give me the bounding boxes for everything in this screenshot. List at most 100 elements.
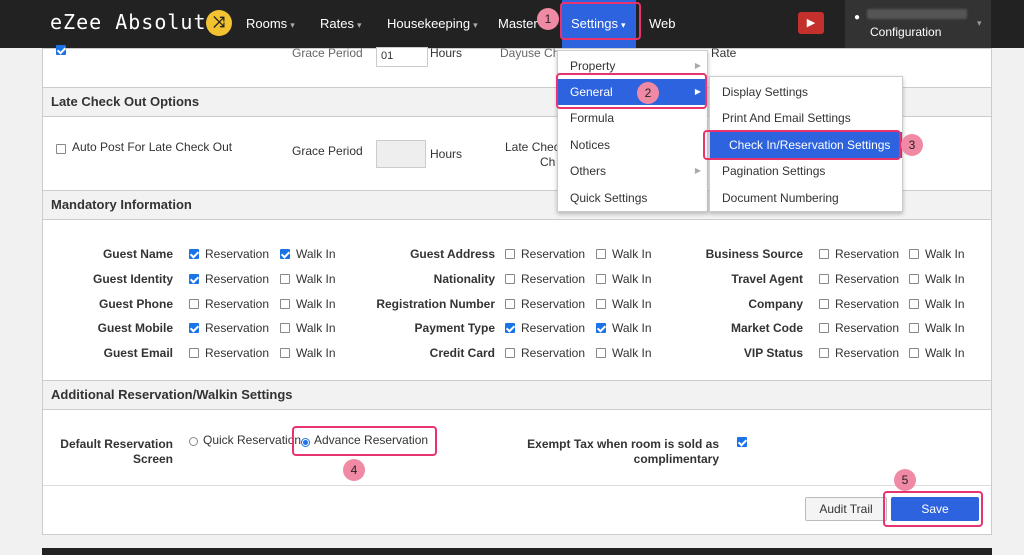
reservation-checkbox[interactable] <box>819 323 829 333</box>
chevron-right-icon: ▶ <box>694 166 701 175</box>
chevron-down-icon: ▾ <box>356 20 362 30</box>
mandatory-field-label: VIP Status <box>743 346 803 360</box>
top-dayuse-label: Dayuse Ch <box>500 46 560 60</box>
step-badge-1: 1 <box>537 8 559 30</box>
partial-checkbox[interactable] <box>56 45 66 55</box>
nav-rates[interactable]: Rates ▾ <box>320 0 362 48</box>
menu-item-others[interactable]: Others ▶ <box>558 158 707 184</box>
reservation-label: Reservation <box>521 247 586 261</box>
nav-rates-label: Rates <box>320 16 354 31</box>
highlight-save <box>883 491 983 527</box>
divider <box>43 485 991 486</box>
default-screen-label-2: Screen <box>132 452 173 466</box>
submenu-pagination-settings[interactable]: Pagination Settings <box>710 158 902 184</box>
reservation-checkbox[interactable] <box>819 299 829 309</box>
submenu-print-email-settings[interactable]: Print And Email Settings <box>710 105 902 131</box>
mandatory-field-label: Payment Type <box>414 321 495 335</box>
chevron-down-icon: ▾ <box>473 20 478 30</box>
menu-item-label: Others <box>570 164 607 178</box>
top-hours-label: Hours <box>430 46 463 60</box>
additional-settings-header: Additional Reservation/Walkin Settings <box>43 380 991 410</box>
mandatory-field-label: Guest Identity <box>92 272 173 286</box>
user-icon: ● <box>854 12 861 23</box>
submenu-document-numbering[interactable]: Document Numbering <box>710 185 902 211</box>
walkin-checkbox[interactable] <box>280 274 290 284</box>
exempt-tax-checkbox[interactable] <box>737 437 747 447</box>
mandatory-field-label: Guest Address <box>410 247 495 261</box>
reservation-checkbox[interactable] <box>505 348 515 358</box>
auto-post-checkbox[interactable] <box>56 144 66 154</box>
highlight-general <box>556 73 707 109</box>
walkin-checkbox[interactable] <box>909 274 919 284</box>
walkin-checkbox[interactable] <box>280 249 290 259</box>
highlight-settings <box>560 2 641 40</box>
walkin-checkbox[interactable] <box>909 348 919 358</box>
mandatory-field-label: Guest Mobile <box>97 321 173 335</box>
nav-web[interactable]: Web <box>649 0 676 48</box>
menu-item-notices[interactable]: Notices <box>558 132 707 158</box>
reservation-label: Reservation <box>521 321 586 335</box>
app-logo[interactable]: eZee Absolute <box>50 10 220 34</box>
reservation-label: Reservation <box>835 297 900 311</box>
submenu-display-settings[interactable]: Display Settings <box>710 79 902 105</box>
user-menu[interactable]: ● Configuration ▾ <box>845 0 991 48</box>
youtube-icon[interactable]: ▶ <box>798 12 824 34</box>
walkin-checkbox[interactable] <box>909 249 919 259</box>
menu-item-quick-settings[interactable]: Quick Settings <box>558 185 707 211</box>
reservation-checkbox[interactable] <box>819 348 829 358</box>
late-grace-period-label: Grace Period <box>292 144 363 158</box>
reservation-checkbox[interactable] <box>505 323 515 333</box>
reservation-checkbox[interactable] <box>189 299 199 309</box>
walkin-label: Walk In <box>925 321 965 335</box>
default-screen-label-1: Default Reservation <box>60 437 173 451</box>
chevron-down-icon: ▾ <box>977 18 982 28</box>
top-grace-input[interactable]: 01 <box>376 47 428 67</box>
audit-trail-button[interactable]: Audit Trail <box>805 497 887 521</box>
reservation-label: Reservation <box>205 321 270 335</box>
menu-item-label: Property <box>570 59 616 73</box>
reservation-checkbox[interactable] <box>505 299 515 309</box>
reservation-checkbox[interactable] <box>505 274 515 284</box>
walkin-label: Walk In <box>925 297 965 311</box>
top-grace-period-label: Grace Period <box>292 46 363 60</box>
mandatory-field-label: Company <box>748 297 803 311</box>
reservation-label: Reservation <box>205 272 270 286</box>
walkin-checkbox[interactable] <box>280 299 290 309</box>
mandatory-field-label: Guest Phone <box>98 297 173 311</box>
walkin-label: Walk In <box>925 272 965 286</box>
walkin-checkbox[interactable] <box>909 299 919 309</box>
quick-reservation-radio[interactable] <box>189 437 198 446</box>
reservation-label: Reservation <box>835 272 900 286</box>
nav-housekeeping[interactable]: Housekeeping ▾ <box>387 0 478 48</box>
mandatory-field-label: Travel Agent <box>731 272 803 286</box>
walkin-checkbox[interactable] <box>280 323 290 333</box>
exempt-tax-label-1: Exempt Tax when room is sold as <box>527 437 719 451</box>
reservation-checkbox[interactable] <box>819 274 829 284</box>
walkin-checkbox[interactable] <box>909 323 919 333</box>
shuffle-icon[interactable]: ⤨ <box>206 10 232 36</box>
step-badge-5: 5 <box>894 469 916 491</box>
step-badge-4: 4 <box>343 459 365 481</box>
reservation-label: Reservation <box>521 297 586 311</box>
top-navbar: eZee Absolute ⤨ Rooms ▾ Rates ▾ Housekeepi… <box>0 0 1024 48</box>
step-badge-3: 3 <box>901 134 923 156</box>
nav-rooms[interactable]: Rooms ▾ <box>246 0 295 48</box>
reservation-checkbox[interactable] <box>189 274 199 284</box>
mandatory-field-label: Guest Email <box>103 346 173 360</box>
reservation-checkbox[interactable] <box>505 249 515 259</box>
nav-master[interactable]: Master <box>498 0 538 48</box>
highlight-checkin-settings <box>703 130 901 160</box>
reservation-checkbox[interactable] <box>189 348 199 358</box>
mandatory-field-label: Registration Number <box>376 297 495 311</box>
reservation-checkbox[interactable] <box>819 249 829 259</box>
user-role-label: Configuration <box>870 25 942 39</box>
reservation-checkbox[interactable] <box>189 249 199 259</box>
late-grace-input[interactable] <box>376 140 426 168</box>
quick-reservation-label: Quick Reservation <box>203 433 302 447</box>
nav-rooms-label: Rooms <box>246 16 288 31</box>
walkin-label: Walk In <box>925 247 965 261</box>
reservation-checkbox[interactable] <box>189 323 199 333</box>
walkin-checkbox[interactable] <box>280 348 290 358</box>
reservation-label: Reservation <box>205 297 270 311</box>
mandatory-field-label: Guest Name <box>102 247 173 261</box>
